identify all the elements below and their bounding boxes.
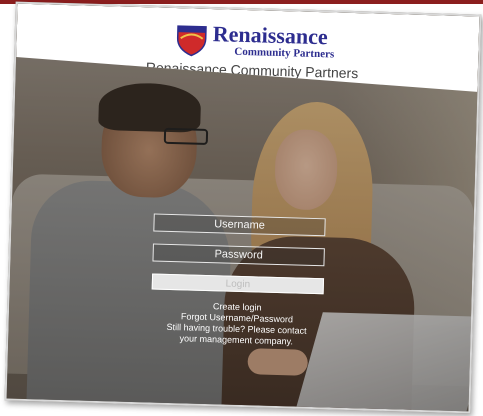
brand-subtitle: Community Partners <box>234 45 335 61</box>
help-links: Create login Forgot Username/Password St… <box>150 299 323 348</box>
logo: Renaissance Community Partners <box>174 22 335 60</box>
username-input[interactable] <box>153 213 326 237</box>
login-card: Renaissance Community Partners Renaissan… <box>4 1 482 414</box>
brand-text: Renaissance Community Partners <box>212 23 335 60</box>
login-form: Login <box>151 213 326 295</box>
password-input[interactable] <box>152 243 325 267</box>
shield-icon <box>174 22 209 57</box>
brand-name: Renaissance <box>212 21 329 50</box>
